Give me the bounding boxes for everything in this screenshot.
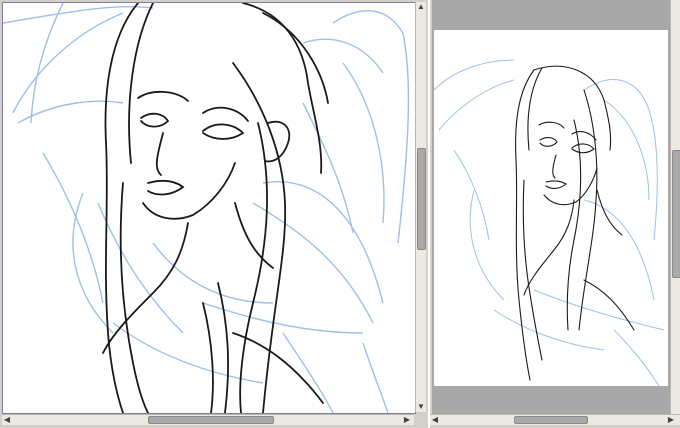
- canvas-horizontal-scrollbar[interactable]: ◀ ▶: [2, 414, 414, 425]
- navigator-vertical-scrollbar[interactable]: [670, 0, 680, 414]
- triangle-right-icon[interactable]: ▶: [666, 415, 676, 425]
- canvas-horizontal-scroll-thumb[interactable]: [148, 416, 274, 424]
- preview-sketch-layer: [434, 59, 665, 386]
- navigator-canvas[interactable]: [434, 30, 668, 386]
- sketch-layer: [3, 3, 410, 413]
- canvas-vertical-scroll-thumb[interactable]: [417, 148, 426, 250]
- navigator-horizontal-scrollbar[interactable]: ◀ ▶: [430, 414, 680, 425]
- artwork-preview: [434, 59, 665, 386]
- triangle-left-icon[interactable]: ◀: [430, 415, 440, 425]
- triangle-up-icon[interactable]: ▲: [416, 2, 426, 12]
- canvas-pane: ▲ ▼ ◀ ▶: [0, 0, 426, 428]
- triangle-right-icon[interactable]: ▶: [402, 415, 412, 425]
- triangle-left-icon[interactable]: ◀: [2, 415, 12, 425]
- canvas-vertical-scrollbar[interactable]: ▲ ▼: [415, 2, 426, 412]
- navigator-horizontal-scroll-thumb[interactable]: [514, 416, 588, 424]
- ink-layer: [102, 3, 329, 413]
- artwork-sketch: [3, 3, 410, 413]
- navigator-vertical-scroll-thumb[interactable]: [672, 150, 680, 278]
- navigator-view[interactable]: [432, 0, 670, 414]
- triangle-down-icon[interactable]: ▼: [416, 402, 426, 412]
- navigator-pane: ◀ ▶: [428, 0, 680, 428]
- drawing-canvas[interactable]: [2, 2, 416, 414]
